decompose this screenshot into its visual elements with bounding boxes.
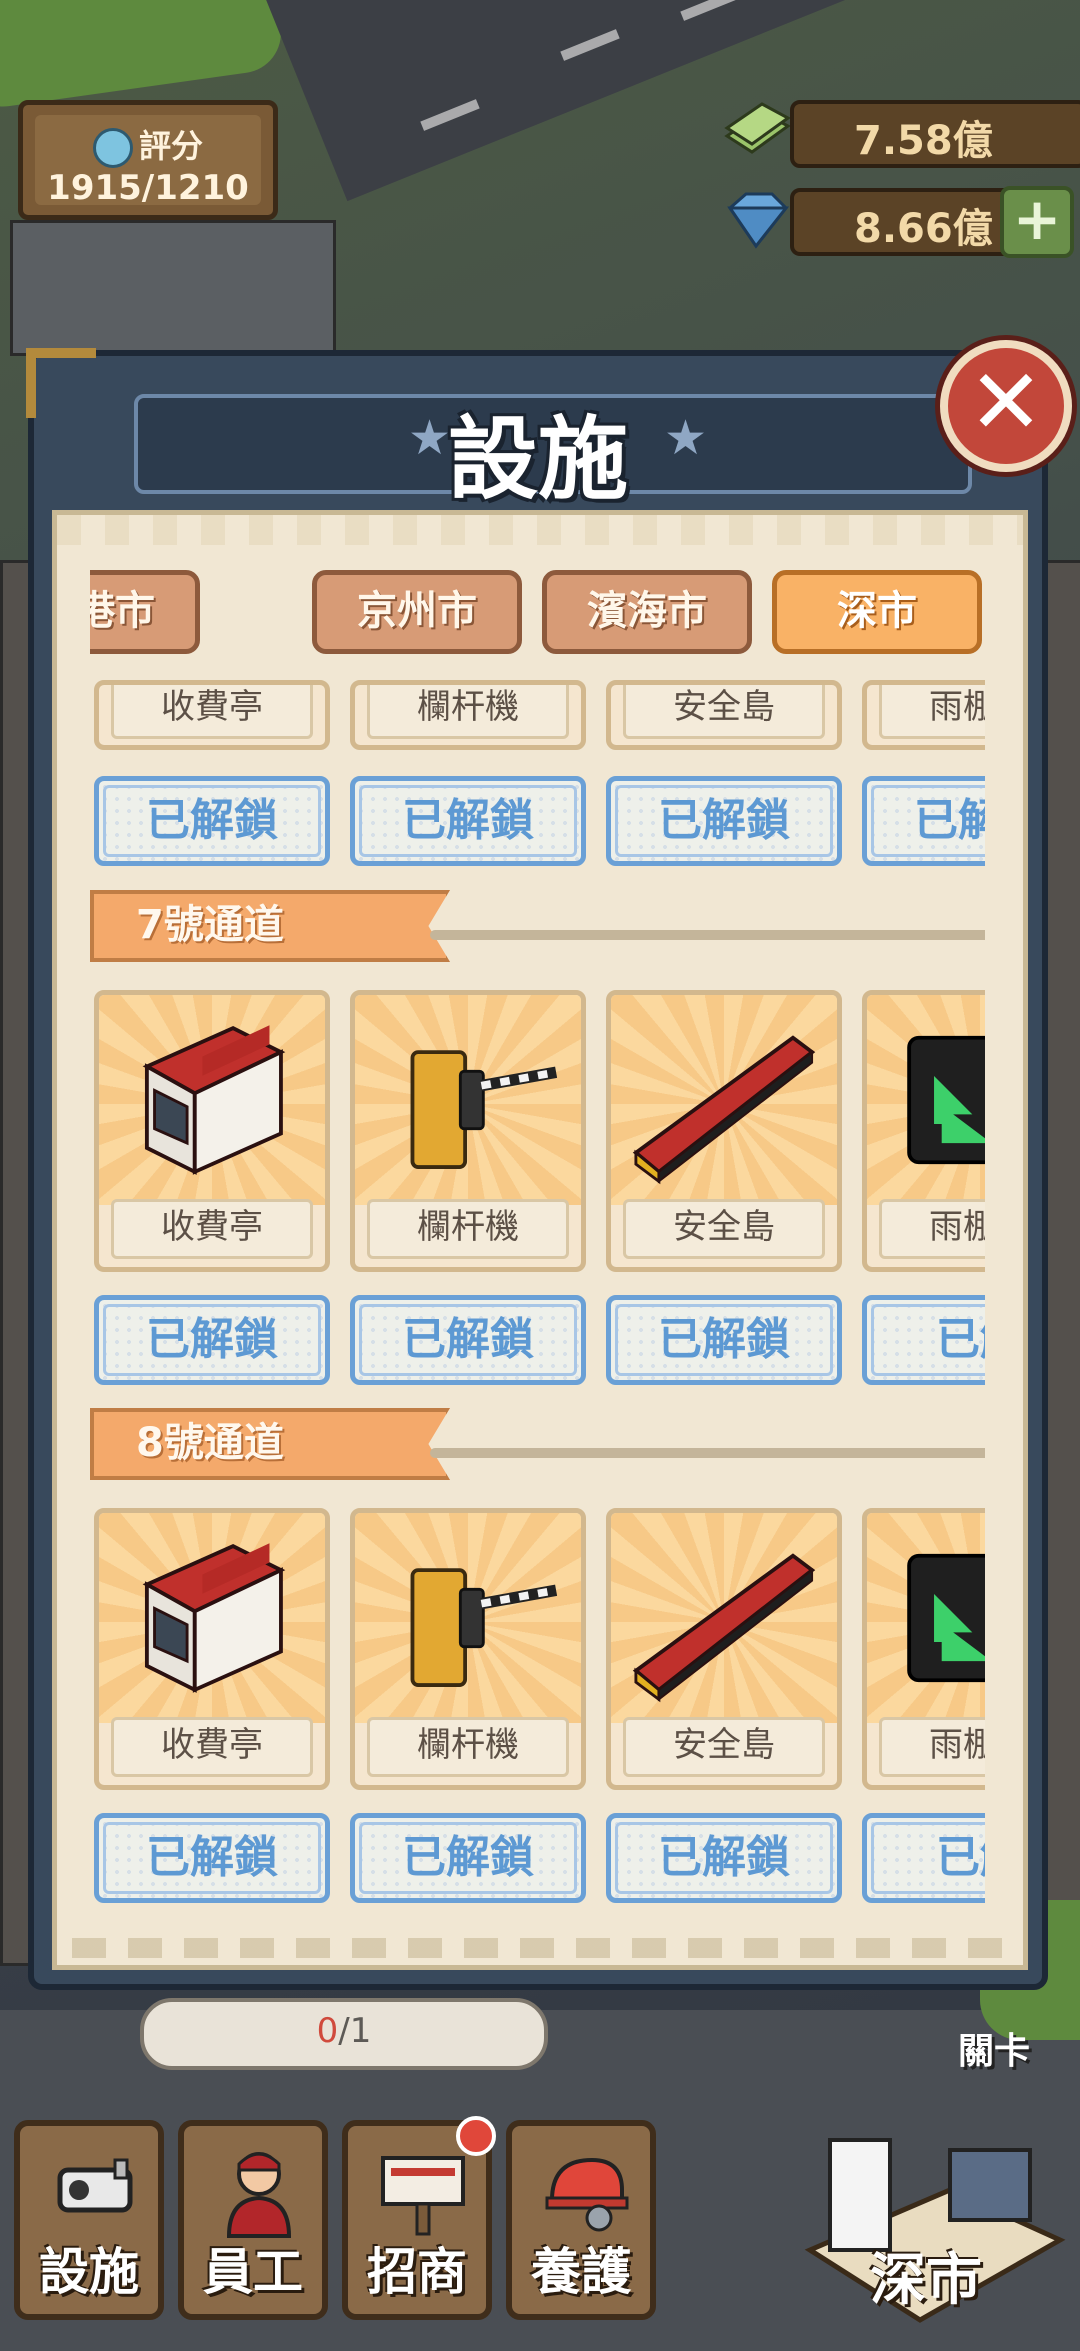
section-divider [430,1448,985,1458]
nav-label: 員工 [203,2243,303,2301]
facility-list-viewport[interactable]: 津港市 京州市 濱海市 深市 收費亭 欄杆機 安全島 雨棚信 已解鎖 已解鎖 已… [90,555,985,1955]
safety-island-icon [632,1553,816,1703]
facility-items: 收費亭 欄杆機 安全島 雨棚信 已解鎖 已解鎖 已解鎖 已解鎖 7號通道 [90,680,985,1955]
unlocked-button[interactable]: 已解 [862,1295,985,1385]
facility-name: 欄杆機 [367,1199,569,1259]
maintenance-icon [545,2157,629,2232]
money-value: 7.58億 [854,118,993,164]
unlocked-button[interactable]: 已解鎖 [350,1295,586,1385]
facility-card[interactable]: 欄杆機 [350,1508,586,1790]
score-value: 1915/1210 [47,168,249,208]
facility-name: 收費亭 [111,685,313,739]
gem-value: 8.66億 [854,206,993,252]
unlocked-button[interactable]: 已解鎖 [862,776,985,866]
facility-card[interactable]: 雨棚信 [862,990,985,1272]
facility-card[interactable]: 欄杆機 [350,990,586,1272]
modal-title: 設施 [448,407,628,512]
nav-label: 招商 [367,2243,467,2301]
progress-current: 0 [316,2011,339,2051]
section-divider [430,930,985,940]
canopy-signal-icon [907,1035,985,1165]
card-sunburst [99,1513,325,1723]
facility-card[interactable]: 雨棚信 [862,680,985,750]
diamond-icon [727,192,790,249]
stage-label[interactable]: 關卡 [958,2022,1030,2074]
facility-card[interactable]: 雨棚信 [862,1508,985,1790]
facility-card[interactable]: 安全島 [606,1508,842,1790]
tab-city-0[interactable]: 津港市 [90,570,200,654]
frame-corner [26,348,96,418]
facility-name: 雨棚信 [879,685,985,739]
card-sunburst [867,1513,985,1723]
nav-staff-button[interactable]: 員工 [178,2120,328,2320]
unlocked-button[interactable]: 已解鎖 [606,1295,842,1385]
facility-name: 收費亭 [111,1717,313,1777]
score-gear-icon [92,128,133,168]
facility-card[interactable]: 欄杆機 [350,680,586,750]
card-sunburst [611,995,837,1205]
stage-progress: 0/1 [140,1998,548,2070]
notification-dot [456,2116,496,2156]
safety-island-icon [632,1035,816,1185]
unlocked-button[interactable]: 已解鎖 [606,776,842,866]
facility-name: 安全島 [623,1199,825,1259]
facility-card[interactable]: 安全島 [606,990,842,1272]
card-sunburst [99,995,325,1205]
tab-city-3[interactable]: 深市 [772,570,982,654]
facility-card[interactable]: 安全島 [606,680,842,750]
facility-card[interactable]: 收費亭 [94,1508,330,1790]
gem-counter: 8.66億 [790,188,1018,256]
card-sunburst [355,995,581,1205]
unlocked-button[interactable]: 已解鎖 [94,776,330,866]
nav-label: 養護 [531,2243,631,2301]
nav-label: 設施 [39,2243,139,2301]
facility-card[interactable]: 收費亭 [94,990,330,1272]
facility-name: 雨棚信 [879,1717,985,1777]
cash-stack-icon [724,102,791,154]
card-sunburst [355,1513,581,1723]
barrier-gate-icon [410,1050,558,1169]
unlocked-button[interactable]: 已解鎖 [94,1295,330,1385]
facility-name: 欄杆機 [367,1717,569,1777]
facility-name: 收費亭 [111,1199,313,1259]
toll-booth-icon [142,1025,286,1175]
unlocked-button[interactable]: 已解鎖 [350,1813,586,1903]
camera-icon [57,2158,133,2213]
section-banner-lane-7: 7號通道 [90,890,450,962]
city-map-button[interactable]: 深市 [800,2130,1070,2330]
city-tabs: 津港市 京州市 濱海市 深市 [90,570,985,660]
progress-total: /1 [338,2011,372,2051]
nav-facilities-button[interactable]: 設施 [14,2120,164,2320]
tab-city-2[interactable]: 濱海市 [542,570,752,654]
grass-patch [0,0,287,112]
section-banner-lane-8: 8號通道 [90,1408,450,1480]
unlocked-button[interactable]: 已解鎖 [606,1813,842,1903]
tab-city-1[interactable]: 京州市 [312,570,522,654]
toll-booth-icon [142,1543,286,1693]
money-counter: 7.58億 [790,100,1080,168]
facility-name: 安全島 [623,1717,825,1777]
facility-name: 安全島 [623,685,825,739]
billboard-icon [381,2156,465,2236]
nav-maintenance-button[interactable]: 養護 [506,2120,656,2320]
card-sunburst [611,1513,837,1723]
modal-header: ★ ★ 設施 [48,370,1028,512]
city-label: 深市 [870,2248,982,2313]
facility-card[interactable]: 收費亭 [94,680,330,750]
staff-icon [226,2152,292,2238]
close-button[interactable]: ✕ [940,340,1072,472]
unlocked-button[interactable]: 已解鎖 [350,776,586,866]
facility-name: 雨棚信 [879,1199,985,1259]
canopy-signal-icon [907,1553,985,1683]
nav-investment-button[interactable]: 招商 [342,2116,496,2320]
card-sunburst [867,995,985,1205]
building [10,220,336,356]
facility-name: 欄杆機 [367,685,569,739]
add-gems-button[interactable]: + [1000,186,1074,258]
score-label: 評分 [138,127,203,165]
score-panel: 評分 1915/1210 [18,100,278,220]
barrier-gate-icon [410,1568,558,1687]
unlocked-button[interactable]: 已解 [862,1813,985,1903]
unlocked-button[interactable]: 已解鎖 [94,1813,330,1903]
